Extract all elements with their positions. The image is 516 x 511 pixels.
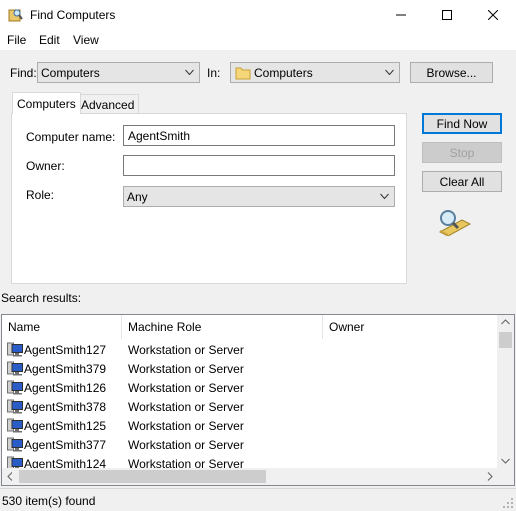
column-header-name[interactable]: Name	[2, 315, 120, 339]
scroll-right-arrow-icon[interactable]	[487, 472, 493, 481]
search-results-label: Search results:	[1, 291, 82, 305]
window-title: Find Computers	[30, 8, 116, 22]
resize-grip-icon[interactable]	[502, 497, 514, 509]
row-machine-role: Workstation or Server	[128, 419, 244, 433]
table-row[interactable]: AgentSmith377 Workstation or Server	[2, 435, 498, 454]
horizontal-scrollbar[interactable]	[2, 468, 498, 485]
search-magnifier-icon	[438, 210, 472, 236]
computer-icon	[7, 380, 23, 395]
row-machine-role: Workstation or Server	[128, 362, 244, 376]
table-row[interactable]: AgentSmith125 Workstation or Server	[2, 416, 498, 435]
owner-label: Owner:	[26, 159, 65, 173]
menu-bar: File Edit View	[0, 30, 516, 50]
vertical-scrollbar[interactable]	[497, 315, 514, 468]
browse-button[interactable]: Browse...	[410, 62, 493, 83]
vertical-scroll-thumb[interactable]	[499, 332, 512, 348]
row-machine-role: Workstation or Server	[128, 343, 244, 357]
close-icon	[488, 10, 498, 20]
role-value: Any	[127, 190, 148, 204]
list-header: Name Machine Role Owner	[2, 315, 498, 339]
computer-icon	[7, 437, 23, 452]
row-machine-role: Workstation or Server	[128, 438, 244, 452]
close-button[interactable]	[470, 0, 516, 30]
row-computer-name: AgentSmith378	[24, 400, 107, 414]
search-results-list[interactable]: Name Machine Role Owner AgentSmith127 Wor…	[1, 314, 515, 486]
maximize-icon	[442, 10, 452, 20]
computer-name-input[interactable]	[124, 126, 394, 145]
computer-icon	[7, 399, 23, 414]
owner-field[interactable]	[123, 155, 395, 176]
in-location-value: Computers	[254, 66, 313, 80]
computer-name-field[interactable]	[123, 125, 395, 146]
tab-computers[interactable]: Computers	[12, 92, 81, 114]
stop-button[interactable]: Stop	[422, 142, 502, 163]
chevron-down-icon	[185, 69, 194, 76]
find-type-value: Computers	[41, 66, 100, 80]
menu-file[interactable]: File	[7, 33, 26, 47]
row-machine-role: Workstation or Server	[128, 400, 244, 414]
row-machine-role: Workstation or Server	[128, 381, 244, 395]
folder-icon	[235, 67, 251, 80]
role-select[interactable]: Any	[123, 186, 395, 207]
scroll-up-arrow-icon[interactable]	[501, 319, 510, 325]
menu-view[interactable]: View	[73, 33, 99, 47]
menu-edit[interactable]: Edit	[39, 33, 60, 47]
computer-icon	[7, 342, 23, 357]
row-computer-name: AgentSmith125	[24, 419, 107, 433]
status-bar: 530 item(s) found	[0, 488, 516, 511]
scroll-left-arrow-icon[interactable]	[7, 472, 13, 481]
find-computers-app-icon	[8, 9, 23, 22]
row-computer-name: AgentSmith127	[24, 343, 107, 357]
computers-tab-panel: Computer name: Owner: Role: Any	[11, 113, 407, 284]
table-row[interactable]: AgentSmith379 Workstation or Server	[2, 359, 498, 378]
in-location-select[interactable]: Computers	[230, 62, 400, 83]
computer-icon	[7, 418, 23, 433]
minimize-button[interactable]	[378, 0, 424, 30]
horizontal-scroll-thumb[interactable]	[19, 470, 266, 483]
in-label: In:	[207, 66, 221, 80]
computer-name-label: Computer name:	[26, 130, 116, 144]
table-row[interactable]: AgentSmith126 Workstation or Server	[2, 378, 498, 397]
scroll-down-arrow-icon[interactable]	[501, 458, 510, 464]
scrollbar-corner	[497, 468, 514, 485]
title-bar: Find Computers	[0, 0, 516, 30]
chevron-down-icon	[385, 69, 394, 76]
table-row[interactable]: AgentSmith378 Workstation or Server	[2, 397, 498, 416]
row-computer-name: AgentSmith126	[24, 381, 107, 395]
status-text: 530 item(s) found	[2, 494, 96, 508]
find-label: Find:	[10, 66, 37, 80]
clear-all-button[interactable]: Clear All	[422, 171, 502, 192]
minimize-icon	[396, 14, 406, 16]
tab-advanced[interactable]: Advanced	[76, 94, 140, 114]
row-computer-name: AgentSmith377	[24, 438, 107, 452]
role-label: Role:	[26, 188, 55, 202]
column-header-owner[interactable]: Owner	[323, 315, 498, 339]
computer-icon	[7, 361, 23, 376]
maximize-button[interactable]	[424, 0, 470, 30]
find-type-select[interactable]: Computers	[37, 62, 200, 83]
owner-input[interactable]	[124, 156, 394, 175]
row-computer-name: AgentSmith379	[24, 362, 107, 376]
find-now-button[interactable]: Find Now	[422, 113, 502, 134]
chevron-down-icon	[380, 193, 389, 200]
column-header-machine-role[interactable]: Machine Role	[122, 315, 322, 339]
table-row[interactable]: AgentSmith127 Workstation or Server	[2, 340, 498, 359]
